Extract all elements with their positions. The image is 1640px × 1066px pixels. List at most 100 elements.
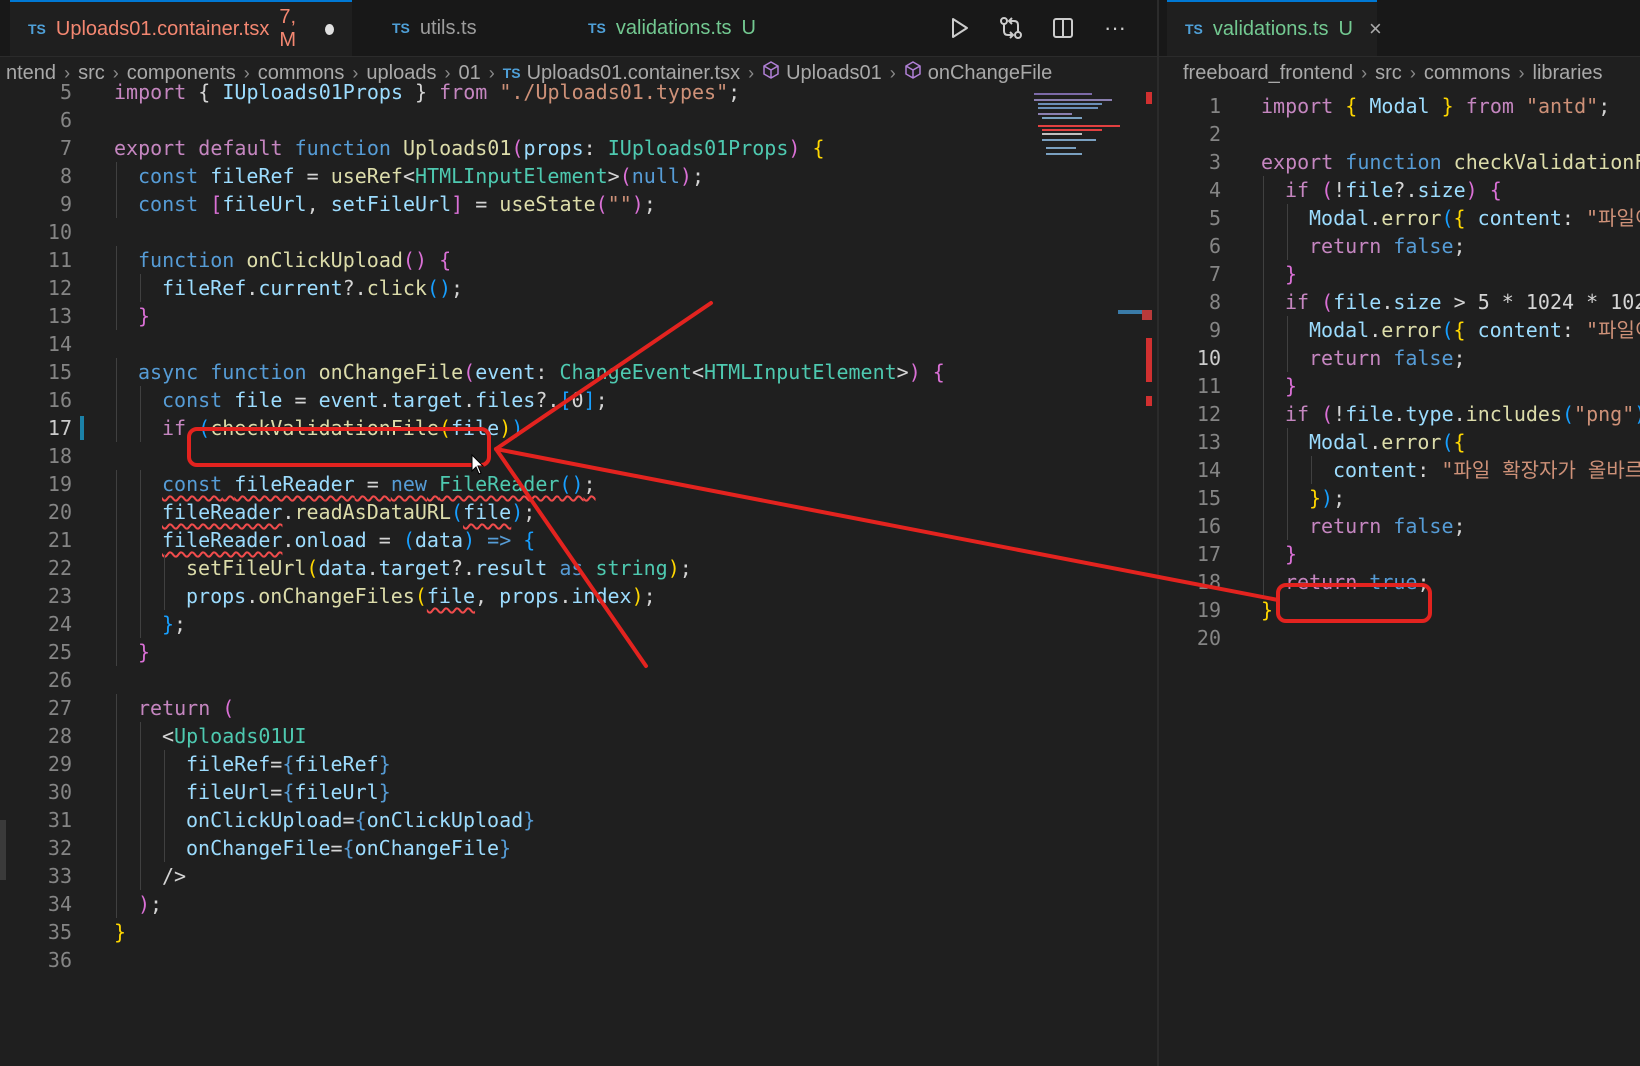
code-line[interactable]: 1 import { Modal } from "antd"; bbox=[1159, 92, 1640, 120]
code-token: async bbox=[138, 360, 199, 384]
code-line[interactable]: 29 fileRef={fileRef} bbox=[0, 750, 1158, 778]
code-line[interactable]: 32 onChangeFile={onChangeFile} bbox=[0, 834, 1158, 862]
compare-changes-icon[interactable] bbox=[998, 15, 1024, 41]
code-line[interactable]: 8 if (file.size > 5 * 1024 * 102 bbox=[1159, 288, 1640, 316]
code-line[interactable]: 10 return false; bbox=[1159, 344, 1640, 372]
line-number: 26 bbox=[47, 668, 72, 692]
code-line[interactable]: 9 const [fileUrl, setFileUrl] = useState(… bbox=[0, 190, 1158, 218]
line-number: 24 bbox=[47, 612, 72, 636]
code-line[interactable]: 2 bbox=[1159, 120, 1640, 148]
code-line[interactable]: 16 const file = event.target.files?.[0]; bbox=[0, 386, 1158, 414]
code-token: ; bbox=[1333, 486, 1346, 510]
code-token: content bbox=[1333, 458, 1418, 482]
code-line[interactable]: 8 const fileRef = useRef<HTMLInputElement… bbox=[0, 162, 1158, 190]
code-line[interactable]: 18 bbox=[0, 442, 1158, 470]
indent-guide bbox=[1263, 456, 1264, 484]
tab-utils[interactable]: TS utils.ts bbox=[374, 0, 564, 56]
modified-line-gutter-indicator[interactable] bbox=[80, 416, 84, 440]
code-line[interactable]: 30 fileUrl={fileUrl} bbox=[0, 778, 1158, 806]
code-text: ); bbox=[138, 890, 162, 918]
code-editor[interactable]: 5 import { IUploads01Props } from "./Uplo… bbox=[0, 80, 1158, 1066]
code-line[interactable]: 31 onClickUpload={onClickUpload} bbox=[0, 806, 1158, 834]
code-token: Modal bbox=[1369, 94, 1430, 118]
code-line[interactable]: 7} bbox=[1159, 260, 1640, 288]
code-line[interactable]: 10 bbox=[0, 218, 1158, 246]
code-text: props.onChangeFiles(file, props.index); bbox=[186, 582, 656, 610]
code-line[interactable]: 23 props.onChangeFiles(file, props.index)… bbox=[0, 582, 1158, 610]
unsaved-dot-icon[interactable] bbox=[325, 23, 334, 35]
code-line[interactable]: 6 return false; bbox=[1159, 232, 1640, 260]
code-token: . bbox=[246, 276, 259, 300]
code-line[interactable]: 6 bbox=[0, 106, 1158, 134]
code-text: fileRef={fileRef} bbox=[186, 750, 391, 778]
code-line[interactable]: 18 return true; bbox=[1159, 568, 1640, 596]
code-line[interactable]: 20 bbox=[1159, 624, 1640, 652]
code-line[interactable]: 15 async function onChangeFile(event: Cha… bbox=[0, 358, 1158, 386]
code-text: export default function Uploads01(props:… bbox=[114, 134, 825, 162]
code-line[interactable]: 19} bbox=[1159, 596, 1640, 624]
indent-guide bbox=[116, 610, 117, 638]
code-editor[interactable]: 1 import { Modal } from "antd"; 2 3 export f… bbox=[1159, 90, 1640, 1066]
indent-guide bbox=[140, 414, 141, 442]
code-line[interactable]: 12 fileRef.current?.click(); bbox=[0, 274, 1158, 302]
code-token: import bbox=[114, 80, 187, 104]
code-line[interactable]: 24}; bbox=[0, 610, 1158, 638]
code-line[interactable]: 22 setFileUrl(data.target?.result as stri… bbox=[0, 554, 1158, 582]
code-line[interactable]: 13 Modal.error({ bbox=[1159, 428, 1640, 456]
code-line[interactable]: 5 Modal.error({ content: "파일이 bbox=[1159, 204, 1640, 232]
code-token: ; bbox=[1453, 234, 1466, 258]
code-line[interactable]: 17} bbox=[1159, 540, 1640, 568]
close-icon[interactable]: × bbox=[1369, 16, 1382, 42]
minimap[interactable] bbox=[1032, 92, 1132, 172]
code-line[interactable]: 33 /> bbox=[0, 862, 1158, 890]
line-number: 18 bbox=[47, 444, 72, 468]
code-token: } bbox=[1261, 598, 1274, 622]
code-line[interactable]: 15}); bbox=[1159, 484, 1640, 512]
split-editor-icon[interactable] bbox=[1050, 15, 1076, 41]
code-line[interactable]: 35} bbox=[0, 918, 1158, 946]
vertical-scrollbar[interactable] bbox=[1118, 92, 1154, 1066]
breadcrumb-item[interactable]: libraries bbox=[1533, 62, 1603, 85]
code-line[interactable]: 12if (!file.type.includes("png") bbox=[1159, 400, 1640, 428]
code-line[interactable]: 14 bbox=[0, 330, 1158, 358]
more-actions-icon[interactable]: ··· bbox=[1102, 15, 1128, 41]
code-line[interactable]: 17 if (checkValidationFile(file)) bbox=[0, 414, 1158, 442]
tab-uploads01-container[interactable]: TS Uploads01.container.tsx 7, M bbox=[10, 0, 352, 56]
code-line[interactable]: 26 bbox=[0, 666, 1158, 694]
breadcrumb-item[interactable]: src bbox=[1375, 62, 1402, 85]
code-line[interactable]: 36 bbox=[0, 946, 1158, 974]
breadcrumb-item[interactable]: commons bbox=[1424, 62, 1511, 85]
code-line[interactable]: 16 return false; bbox=[1159, 512, 1640, 540]
code-token: . bbox=[1453, 402, 1466, 426]
code-line[interactable]: 34); bbox=[0, 890, 1158, 918]
code-line[interactable]: 21 fileReader.onload = (data) => { bbox=[0, 526, 1158, 554]
code-line[interactable]: 25} bbox=[0, 638, 1158, 666]
indent-guide bbox=[1263, 512, 1264, 540]
indent-guide bbox=[1287, 232, 1288, 260]
code-line[interactable]: 7 export default function Uploads01(props… bbox=[0, 134, 1158, 162]
code-line[interactable]: 11} bbox=[1159, 372, 1640, 400]
code-token: } bbox=[114, 920, 127, 944]
run-icon[interactable] bbox=[946, 15, 972, 41]
code-line[interactable]: 28 <Uploads01UI bbox=[0, 722, 1158, 750]
tab-validations-right[interactable]: TS validations.ts U × bbox=[1167, 0, 1382, 56]
code-line[interactable]: 4 if (!file?.size) { bbox=[1159, 176, 1640, 204]
code-text: Modal.error({ content: "파일이 bbox=[1309, 316, 1640, 344]
indent-guide bbox=[1263, 204, 1264, 232]
code-line[interactable]: 5 import { IUploads01Props } from "./Uplo… bbox=[0, 78, 1158, 106]
code-token: { bbox=[186, 80, 223, 104]
code-line[interactable]: 20 fileReader.readAsDataURL(file); bbox=[0, 498, 1158, 526]
sash-handle[interactable] bbox=[0, 820, 6, 880]
tab-validations[interactable]: TS validations.ts U bbox=[570, 0, 810, 56]
code-token: = bbox=[366, 528, 403, 552]
code-line[interactable]: 3 export function checkValidationF bbox=[1159, 148, 1640, 176]
code-line[interactable]: 14 content: "파일 확장자가 올바르지 bbox=[1159, 456, 1640, 484]
code-line[interactable]: 27 return ( bbox=[0, 694, 1158, 722]
breadcrumb-item[interactable]: freeboard_frontend bbox=[1183, 62, 1353, 85]
indent-guide bbox=[1263, 540, 1264, 568]
code-token: ; bbox=[1453, 514, 1466, 538]
code-line[interactable]: 19 const fileReader = new FileReader(); bbox=[0, 470, 1158, 498]
code-line[interactable]: 11 function onClickUpload() { bbox=[0, 246, 1158, 274]
code-line[interactable]: 9 Modal.error({ content: "파일이 bbox=[1159, 316, 1640, 344]
code-line[interactable]: 13} bbox=[0, 302, 1158, 330]
